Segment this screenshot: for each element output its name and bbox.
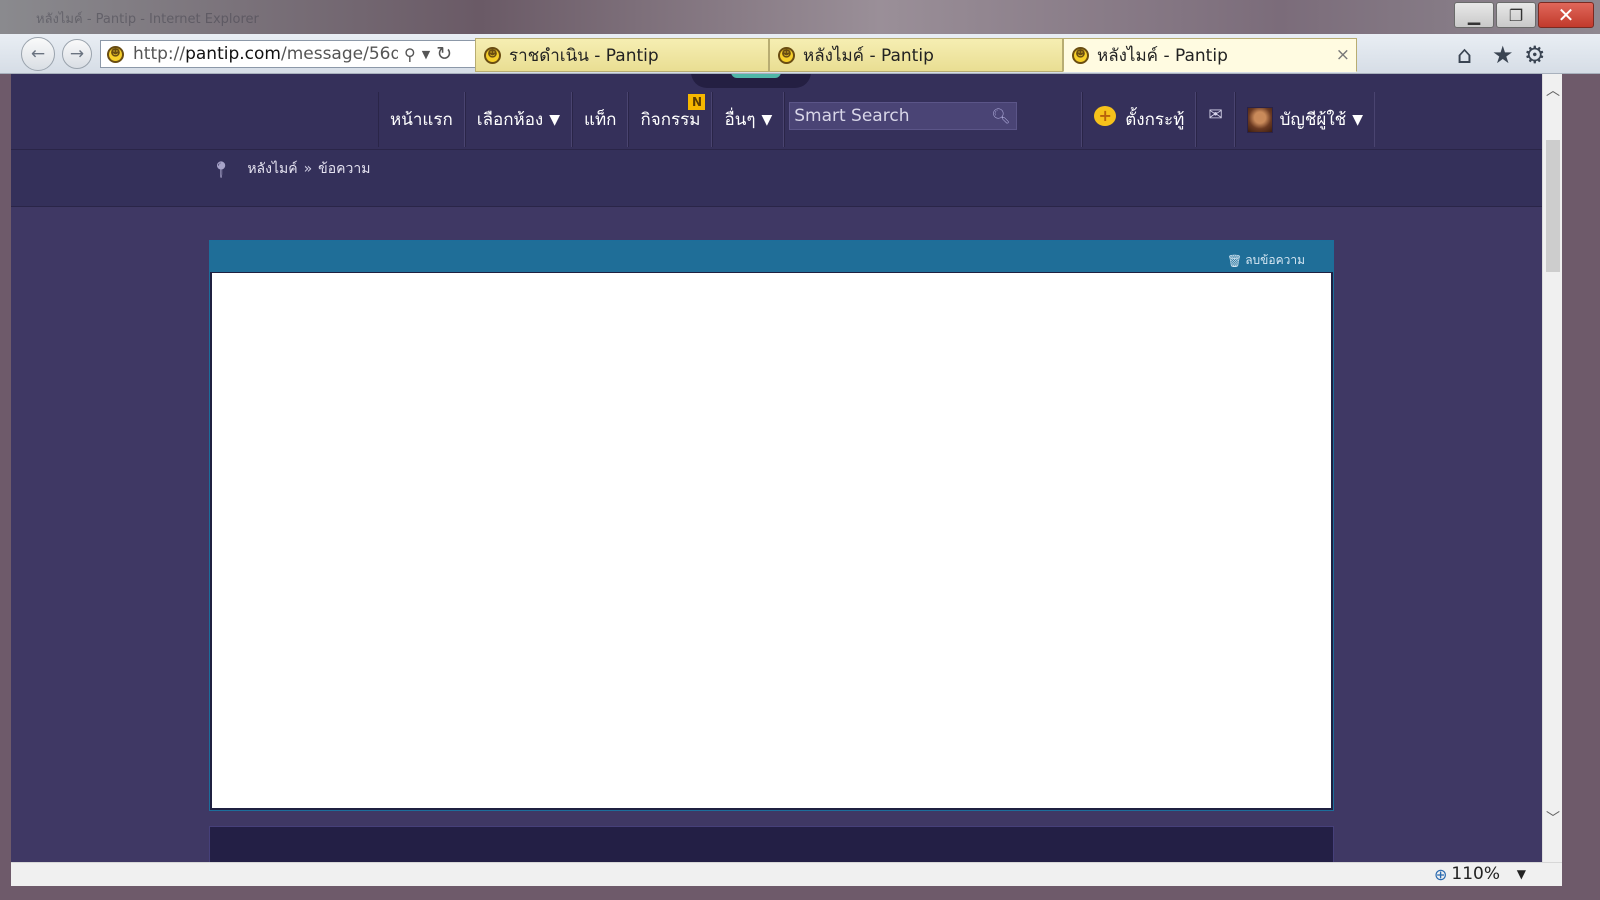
nav-home[interactable]: หน้าแรก (378, 92, 465, 147)
nav-activities-label: กิจกรรม (640, 110, 701, 130)
chevron-down-icon: ▼ (1352, 111, 1363, 128)
nav-activities[interactable]: กิจกรรม N (628, 92, 713, 147)
site-header: หน้าแรก เลือกห้อง ▼ แท็ก กิจกรรม N อื่นๆ… (11, 74, 1562, 149)
main-nav: หน้าแรก เลือกห้อง ▼ แท็ก กิจกรรม N อื่นๆ… (378, 92, 1375, 147)
smart-search-input[interactable] (794, 105, 985, 126)
tab-favicon-icon: ☻ (484, 46, 501, 64)
search-icon[interactable]: 🔍︎ (991, 107, 1010, 125)
tab-label: หลังไมค์ - Pantip (1097, 45, 1228, 66)
window-titlebar: หลังไมค์ - Pantip - Internet Explorer ▁ … (0, 0, 1600, 34)
nav-account[interactable]: บัญชีผู้ใช้ ▼ (1234, 92, 1375, 147)
nav-choose-room[interactable]: เลือกห้อง ▼ (464, 92, 572, 147)
breadcrumb-item-message: ข้อความ (318, 161, 371, 177)
nav-new-topic-label: ตั้งกระทู้ (1125, 110, 1185, 130)
chevron-down-icon: ▼ (549, 111, 560, 128)
mail-icon: ✉ (1208, 104, 1223, 125)
minimize-button[interactable]: ▁ (1454, 2, 1494, 28)
site-logo[interactable] (691, 74, 811, 88)
search-icon[interactable]: ⚲ (404, 45, 416, 64)
nav-more-label: อื่นๆ (724, 110, 756, 130)
tab-label: หลังไมค์ - Pantip (803, 45, 934, 66)
scroll-down-icon[interactable]: ﹀ (1543, 808, 1562, 828)
tab-favicon-icon: ☻ (778, 46, 795, 64)
delete-message-label: ลบข้อความ (1245, 253, 1305, 267)
delete-message-button[interactable]: 🗑︎ ลบข้อความ (1227, 251, 1305, 270)
scroll-thumb[interactable] (1546, 140, 1560, 272)
message-body (212, 273, 1331, 808)
reply-panel (209, 826, 1334, 862)
breadcrumb: 📍︎ หลังไมค์ » ข้อความ (211, 158, 370, 180)
forward-arrow-icon: → (69, 44, 85, 64)
window-caption: หลังไมค์ - Pantip - Internet Explorer (36, 12, 259, 27)
breadcrumb-bar: 📍︎ หลังไมค์ » ข้อความ (11, 149, 1562, 207)
window-controls: ▁ ❐ ✕ (1454, 2, 1594, 28)
tab-label: ราชดำเนิน - Pantip (509, 45, 659, 66)
tab-2[interactable]: ☻ หลังไมค์ - Pantip (769, 38, 1063, 72)
nav-messages[interactable]: ✉ (1196, 92, 1235, 147)
nav-home-label: หน้าแรก (390, 110, 453, 130)
refresh-icon[interactable]: ↻ (436, 43, 452, 65)
close-icon: ✕ (1557, 3, 1575, 27)
page-viewport: หน้าแรก เลือกห้อง ▼ แท็ก กิจกรรม N อื่นๆ… (11, 74, 1562, 862)
zoom-dropdown-icon[interactable]: ▼ (1517, 867, 1526, 881)
nav-account-label: บัญชีผู้ใช้ (1279, 110, 1347, 130)
forward-button[interactable]: → (62, 39, 92, 69)
nav-search: 🔍︎ (784, 92, 1083, 147)
site-favicon-icon: ☻ (107, 45, 124, 63)
tab-favicon-icon: ☻ (1072, 46, 1089, 64)
tab-3-active[interactable]: ☻ หลังไมค์ - Pantip × (1063, 38, 1357, 72)
message-panel: 🗑︎ ลบข้อความ (209, 240, 1334, 811)
status-bar: ⊕ 110% ▼ (11, 862, 1562, 886)
back-arrow-icon: ← (30, 44, 46, 64)
nav-tag-label: แท็ก (584, 110, 617, 130)
maximize-icon: ❐ (1508, 5, 1524, 25)
new-badge: N (688, 94, 706, 110)
breadcrumb-item-inbox[interactable]: หลังไมค์ (247, 158, 297, 180)
zoom-level: 110% (1451, 864, 1500, 884)
maximize-button[interactable]: ❐ (1496, 2, 1536, 28)
message-panel-header: 🗑︎ ลบข้อความ (210, 241, 1333, 272)
nav-tag[interactable]: แท็ก (572, 92, 629, 147)
avatar (1246, 106, 1273, 133)
vertical-scrollbar[interactable]: ︿ ﹀ (1542, 74, 1562, 862)
breadcrumb-separator: » (303, 161, 313, 177)
address-bar[interactable]: ☻ http://pantip.com/message/56d9 ⚲ ▼ ↻ (100, 40, 480, 68)
zoom-icon: ⊕ (1433, 864, 1448, 884)
zoom-control[interactable]: ⊕ 110% (1434, 864, 1500, 884)
dropdown-arrow-icon[interactable]: ▼ (422, 48, 430, 61)
trash-icon: 🗑︎ (1226, 253, 1243, 268)
nav-more[interactable]: อื่นๆ ▼ (712, 92, 785, 147)
new-topic-plus-icon: + (1094, 105, 1117, 126)
location-pin-icon: 📍︎ (211, 159, 232, 179)
url-text[interactable]: http://pantip.com/message/56d9 (133, 44, 398, 64)
nav-choose-room-label: เลือกห้อง (476, 110, 544, 130)
chevron-down-icon: ▼ (761, 111, 773, 128)
favorites-star-icon[interactable]: ★ (1492, 41, 1514, 69)
close-window-button[interactable]: ✕ (1538, 2, 1594, 28)
settings-gear-icon[interactable]: ⚙ (1524, 41, 1546, 69)
back-button[interactable]: ← (21, 37, 55, 71)
scroll-up-icon[interactable]: ︿ (1543, 80, 1562, 100)
home-icon[interactable]: ⌂ (1457, 41, 1472, 69)
nav-new-topic[interactable]: + ตั้งกระทู้ (1082, 92, 1197, 147)
browser-toolbar: ← → ☻ http://pantip.com/message/56d9 ⚲ ▼… (0, 34, 1600, 74)
smart-search-box: 🔍︎ (789, 101, 1018, 130)
tab-close-icon[interactable]: × (1336, 45, 1350, 65)
tab-1[interactable]: ☻ ราชดำเนิน - Pantip (475, 38, 769, 72)
minimize-icon: ▁ (1467, 5, 1481, 25)
